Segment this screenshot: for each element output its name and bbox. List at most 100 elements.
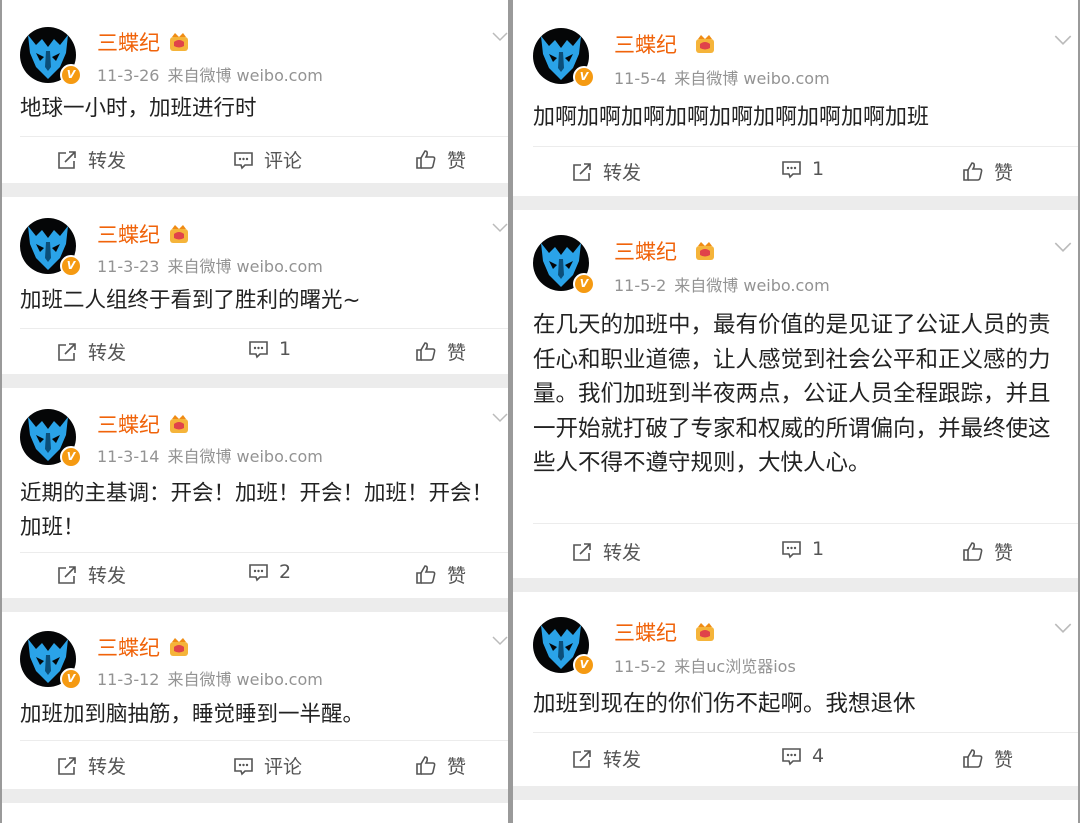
author-name[interactable]: 三蝶纪 [614,236,677,266]
post-text: 在几天的加班中，最有价值的是见证了公证人员的责任心和职业道德，让人感觉到社会公平… [533,312,1051,476]
post-meta: 11-3-12 来自微博 weibo.com [97,666,331,690]
post-date: 11-5-4 [614,69,667,88]
post-text: 加班到现在的你们伤不起啊。我想退休 [533,691,916,717]
thumb-up-icon [416,756,436,775]
thumb-up-icon [416,565,436,584]
weibo-post-card: V 三蝶纪 11-3-14 来自微博 weibo.com 近期的主基调：开会！加班… [2,388,508,598]
thumb-up-icon [416,150,436,169]
like-label: 赞 [994,542,1014,564]
repost-button[interactable]: 转发 [57,146,126,173]
post-date: 11-3-23 [97,257,160,276]
post-source[interactable]: 来自微博 weibo.com [674,69,829,88]
like-button[interactable]: 赞 [962,538,1013,565]
repost-label: 转发 [603,542,642,564]
divider [533,732,1078,733]
post-date: 11-3-26 [97,66,160,85]
repost-button[interactable]: 转发 [57,561,126,588]
comment-button[interactable]: 评论 [233,752,302,779]
comment-button[interactable]: 1 [781,158,824,180]
divider [20,136,508,137]
chevron-down-icon[interactable] [492,223,508,233]
like-button[interactable]: 赞 [415,561,466,588]
verified-badge: V [60,255,82,277]
post-source[interactable]: 来自微博 weibo.com [167,66,322,85]
divider [533,146,1078,147]
crown-icon [170,225,188,243]
post-meta: 11-3-26 来自微博 weibo.com [97,62,331,86]
repost-button[interactable]: 转发 [572,538,641,565]
author-name[interactable]: 三蝶纪 [97,27,160,57]
comment-icon [249,564,268,582]
like-button[interactable]: 赞 [415,338,466,365]
like-label: 赞 [994,162,1014,184]
comment-button[interactable]: 1 [781,538,824,560]
comment-count: 4 [812,745,825,767]
like-button[interactable]: 赞 [415,752,466,779]
crown-icon [170,415,188,433]
next-post-card-partial [513,800,1078,823]
like-label: 赞 [447,756,467,778]
post-source[interactable]: 来自微博 weibo.com [167,447,322,466]
comment-icon [249,341,268,359]
post-text: 加班加到脑抽筋，睡觉睡到一半醒。 [20,702,365,727]
verified-badge: V [573,66,595,88]
thumb-up-icon [963,542,983,561]
chevron-down-icon[interactable] [492,636,508,646]
repost-button[interactable]: 转发 [572,745,641,772]
post-date: 11-5-2 [614,657,667,676]
verified-badge: V [60,446,82,468]
comment-button[interactable]: 评论 [233,146,302,173]
author-name[interactable]: 三蝶纪 [97,632,160,662]
post-source[interactable]: 来自微博 weibo.com [674,276,829,295]
comment-button[interactable]: 4 [781,745,824,767]
post-date: 11-3-14 [97,447,160,466]
comment-icon [234,151,253,169]
post-source[interactable]: 来自微博 weibo.com [167,670,322,689]
comment-button[interactable]: 1 [248,338,291,360]
post-source[interactable]: 来自微博 weibo.com [167,257,322,276]
comment-count: 评论 [264,756,303,778]
comment-icon [782,161,801,179]
repost-button[interactable]: 转发 [57,752,126,779]
repost-label: 转发 [88,342,127,364]
chevron-down-icon[interactable] [1054,35,1072,46]
author-name[interactable]: 三蝶纪 [97,219,160,249]
author-name[interactable]: 三蝶纪 [614,29,677,59]
right-feed-column: V 三蝶纪 11-5-4 来自微博 weibo.com 加啊加啊加啊加啊加啊加啊加… [513,0,1078,823]
repost-label: 转发 [88,565,127,587]
crown-icon [696,623,714,641]
divider [20,328,508,329]
crown-icon [170,638,188,656]
like-label: 赞 [447,342,467,364]
chevron-down-icon[interactable] [1054,242,1072,253]
crown-icon [696,35,714,53]
comment-icon [234,757,253,775]
weibo-post-card: V 三蝶纪 11-3-23 来自微博 weibo.com 加班二人组终于看到了胜利… [2,197,508,374]
like-button[interactable]: 赞 [415,146,466,173]
comment-button[interactable]: 2 [248,561,291,583]
post-source[interactable]: 来自uc浏览器ios [674,657,796,676]
share-icon [573,749,591,768]
repost-label: 转发 [603,162,642,184]
like-button[interactable]: 赞 [962,745,1013,772]
left-feed-column: V 三蝶纪 11-3-26 来自微博 weibo.com 地球一小时，加班进行时 … [2,0,508,823]
repost-button[interactable]: 转发 [572,158,641,185]
repost-label: 转发 [88,756,127,778]
repost-label: 转发 [603,749,642,771]
like-button[interactable]: 赞 [962,158,1013,185]
thumb-up-icon [963,749,983,768]
author-name[interactable]: 三蝶纪 [614,617,677,647]
post-date: 11-5-2 [614,276,667,295]
post-meta: 11-3-14 来自微博 weibo.com [97,443,331,467]
divider [20,740,508,741]
crown-icon [170,33,188,51]
repost-button[interactable]: 转发 [57,338,126,365]
comment-count: 1 [812,158,825,180]
chevron-down-icon[interactable] [492,413,508,423]
chevron-down-icon[interactable] [492,32,508,42]
comment-count: 2 [279,561,292,583]
chevron-down-icon[interactable] [1054,623,1072,634]
share-icon [58,565,76,584]
post-text: 加啊加啊加啊加啊加啊加啊加啊加啊加班 [533,105,930,130]
author-name[interactable]: 三蝶纪 [97,409,160,439]
